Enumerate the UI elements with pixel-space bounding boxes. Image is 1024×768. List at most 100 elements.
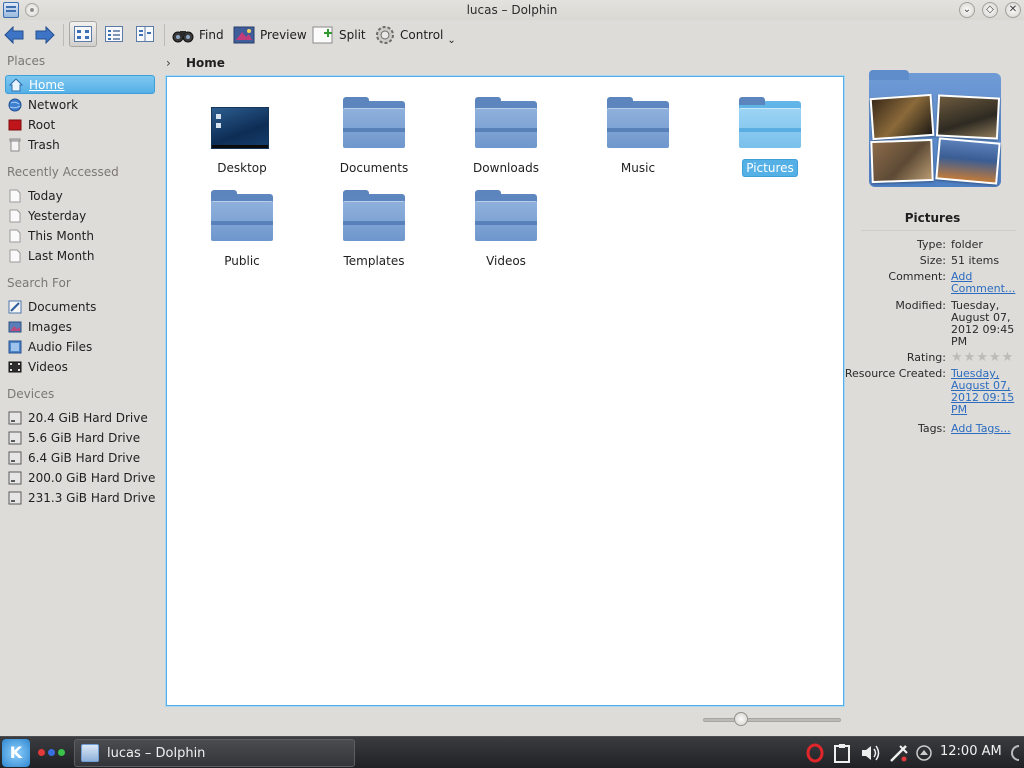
places-item-label: 200.0 GiB Hard Drive — [28, 470, 156, 485]
network-icon — [8, 98, 22, 111]
places-item-label: Yesterday — [28, 208, 87, 223]
preview-button[interactable]: Preview — [233, 22, 307, 48]
star-icon[interactable]: ★ — [951, 351, 963, 364]
kickoff-menu-button[interactable]: K — [2, 739, 30, 767]
breadcrumb: › Home — [163, 52, 845, 74]
places-item-drive-5-6[interactable]: 5.6 GiB Hard Drive — [5, 428, 155, 447]
places-item-label: Videos — [28, 359, 68, 374]
places-item-drive-20-4[interactable]: 20.4 GiB Hard Drive — [5, 408, 155, 427]
info-divider — [861, 230, 1016, 231]
volume-icon[interactable] — [860, 743, 882, 763]
icons-view-button[interactable] — [69, 21, 97, 47]
zoom-slider-handle[interactable] — [734, 712, 748, 726]
hard-drive-icon — [8, 431, 22, 444]
maximize-button[interactable]: ◇ — [982, 2, 998, 18]
places-item-today[interactable]: Today — [5, 186, 155, 205]
places-item-root[interactable]: Root — [5, 115, 155, 134]
split-view-icon — [312, 26, 333, 44]
documents-search-icon — [8, 300, 22, 313]
places-item-drive-200[interactable]: 200.0 GiB Hard Drive — [5, 468, 155, 487]
clock[interactable]: 12:00 AM — [940, 744, 1002, 759]
places-item-drive-6-4[interactable]: 6.4 GiB Hard Drive — [5, 448, 155, 467]
document-icon — [9, 249, 21, 262]
file-name-wrap: Desktop — [182, 161, 302, 175]
places-item-label: Home — [29, 77, 65, 92]
star-icon[interactable]: ★ — [976, 351, 988, 364]
file-item-templates[interactable]: Templates — [314, 178, 434, 268]
file-item-public[interactable]: Public — [182, 178, 302, 268]
hard-drive-icon — [8, 451, 22, 464]
hard-drive-icon — [8, 471, 22, 484]
file-item-documents[interactable]: Documents — [314, 85, 434, 175]
add-tags-link[interactable]: Add Tags... — [951, 423, 1017, 435]
file-name-wrap: Public — [182, 254, 302, 268]
star-icon[interactable]: ★ — [989, 351, 1001, 364]
file-item-downloads[interactable]: Downloads — [446, 85, 566, 175]
chevron-right-icon[interactable]: › — [166, 56, 174, 70]
zoom-slider-track[interactable] — [703, 718, 841, 722]
columns-view-button[interactable] — [131, 21, 159, 47]
task-dolphin[interactable]: lucas – Dolphin — [74, 739, 355, 767]
resource-created-link[interactable]: Tuesday, August 07, 2012 09:15 PM — [951, 368, 1017, 416]
info-key: Resource Created: — [844, 367, 946, 380]
info-key: Type: — [917, 238, 946, 251]
places-item-trash[interactable]: Trash — [5, 135, 155, 154]
file-item-desktop[interactable]: Desktop — [182, 85, 302, 175]
places-item-search-audio[interactable]: Audio Files — [5, 337, 155, 356]
places-item-search-documents[interactable]: Documents — [5, 297, 155, 316]
plasma-cashew-icon[interactable] — [1008, 743, 1022, 763]
preview-photo — [935, 94, 1001, 140]
find-button[interactable]: Find — [172, 22, 224, 48]
activity-manager-icon[interactable] — [38, 749, 65, 756]
places-item-search-images[interactable]: Images — [5, 317, 155, 336]
hard-drive-icon — [8, 491, 22, 504]
info-key: Tags: — [917, 422, 946, 435]
add-comment-link[interactable]: Add Comment... — [951, 271, 1017, 295]
info-key: Size: — [919, 254, 946, 267]
details-view-button[interactable] — [100, 21, 128, 47]
file-name: Pictures — [742, 159, 798, 177]
info-splitter-handle[interactable] — [845, 52, 850, 729]
search-for-section-title: Search For — [7, 276, 71, 290]
places-item-network[interactable]: Network — [5, 95, 155, 114]
preview-photo — [870, 138, 934, 184]
places-item-home[interactable]: Home — [5, 75, 155, 94]
file-name: Templates — [343, 254, 405, 268]
places-item-this-month[interactable]: This Month — [5, 226, 155, 245]
opera-icon[interactable] — [806, 743, 824, 763]
minimize-button[interactable]: ⌄ — [959, 2, 975, 18]
places-item-label: 5.6 GiB Hard Drive — [28, 430, 141, 445]
places-item-label: Today — [28, 188, 63, 203]
tray-expand-icon[interactable] — [915, 743, 933, 763]
file-name: Public — [224, 254, 260, 268]
split-button[interactable]: Split — [312, 22, 366, 48]
file-item-music[interactable]: Music — [578, 85, 698, 175]
places-item-drive-231-3[interactable]: 231.3 GiB Hard Drive — [5, 488, 155, 507]
star-icon[interactable]: ★ — [964, 351, 976, 364]
back-button[interactable] — [4, 22, 24, 48]
clipboard-icon[interactable] — [832, 743, 852, 763]
places-item-label: Network — [28, 97, 79, 112]
star-icon[interactable]: ★ — [1002, 351, 1014, 364]
folder-icon — [343, 97, 405, 149]
places-item-search-videos[interactable]: Videos — [5, 357, 155, 376]
file-item-videos[interactable]: Videos — [446, 178, 566, 268]
places-item-label: Images — [28, 319, 72, 334]
places-splitter-handle[interactable] — [158, 52, 163, 729]
places-item-last-month[interactable]: Last Month — [5, 246, 155, 265]
zoom-slider[interactable] — [703, 711, 841, 729]
network-disconnected-icon[interactable] — [888, 743, 910, 763]
close-button[interactable]: ✕ — [1005, 2, 1021, 18]
control-menu-button[interactable]: Control ⌄ — [374, 22, 456, 48]
forward-arrow-icon — [35, 26, 55, 44]
breadcrumb-home[interactable]: Home — [186, 56, 225, 70]
info-key: Modified: — [895, 299, 946, 312]
file-view[interactable]: Desktop Documents Downloads Music Pictur… — [166, 76, 844, 706]
file-item-pictures[interactable]: Pictures — [710, 85, 830, 177]
forward-button[interactable] — [35, 22, 55, 48]
folder-icon — [343, 190, 405, 242]
trash-icon — [9, 138, 21, 151]
places-item-yesterday[interactable]: Yesterday — [5, 206, 155, 225]
rating-stars[interactable]: ★ ★ ★ ★ ★ — [951, 351, 1017, 364]
info-title: Pictures — [904, 211, 961, 225]
